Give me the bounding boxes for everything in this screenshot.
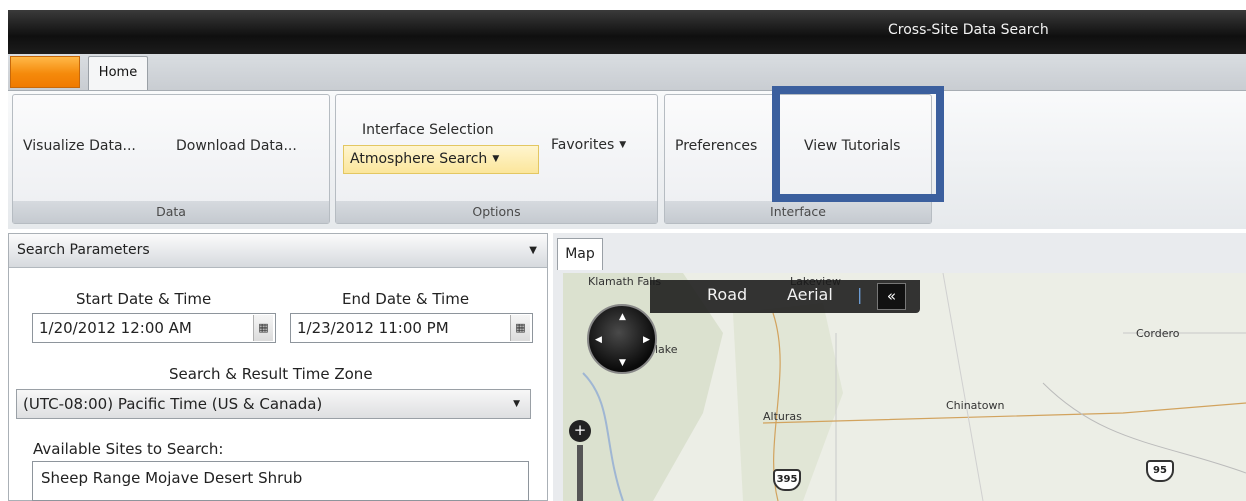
map-place-label: lake [655, 343, 678, 356]
road-mode-button[interactable]: Road [707, 285, 747, 304]
tab-home[interactable]: Home [88, 56, 148, 92]
highway-shield-icon: 95 [1146, 460, 1174, 482]
time-zone-select[interactable]: (UTC-08:00) Pacific Time (US & Canada) ▼ [16, 389, 531, 419]
ribbon-tab-strip [8, 54, 1246, 90]
time-zone-label: Search & Result Time Zone [169, 365, 373, 383]
map-place-label: Alturas [763, 410, 802, 423]
list-item[interactable]: Sheep Range Mojave Desert Shrub [41, 469, 520, 487]
application-menu-button[interactable] [10, 56, 80, 88]
search-parameters-header[interactable]: Search Parameters ▼ [9, 234, 547, 268]
view-tutorials-highlight-box [772, 86, 944, 202]
collapse-icon[interactable]: « [877, 283, 906, 310]
group-label-options: Options [336, 201, 657, 223]
favorites-dropdown[interactable]: Favorites ▼ [551, 137, 626, 153]
end-date-label: End Date & Time [342, 290, 470, 308]
window-title: Cross-Site Data Search [888, 22, 1049, 38]
available-sites-list[interactable]: Sheep Range Mojave Desert Shrub [32, 461, 529, 501]
pan-up-icon[interactable]: ▲ [619, 312, 626, 322]
map-place-label: Chinatown [946, 399, 1005, 412]
pan-right-icon[interactable]: ▶ [643, 335, 650, 345]
separator: | [857, 285, 863, 304]
chevron-down-icon: ▼ [513, 399, 520, 409]
zoom-slider[interactable] [577, 445, 583, 501]
pan-down-icon[interactable]: ▼ [619, 358, 626, 368]
calendar-icon[interactable]: ▦ [253, 315, 273, 341]
time-zone-value: (UTC-08:00) Pacific Time (US & Canada) [23, 395, 323, 413]
chevron-down-icon: ▼ [529, 245, 537, 256]
interface-selection-value: Atmosphere Search [350, 151, 488, 167]
map-place-label: Cordero [1136, 327, 1180, 340]
end-date-field[interactable]: 1/23/2012 11:00 PM ▦ [290, 313, 533, 343]
search-parameters-title: Search Parameters [17, 242, 150, 258]
group-label-interface: Interface [665, 201, 931, 223]
group-label-data: Data [13, 201, 329, 223]
tab-map[interactable]: Map [557, 238, 603, 270]
start-date-value: 1/20/2012 12:00 AM [39, 319, 192, 337]
available-sites-label: Available Sites to Search: [33, 440, 224, 458]
ribbon-group-data: Data [12, 94, 330, 224]
interface-selection-dropdown[interactable]: Atmosphere Search ▼ [343, 145, 539, 174]
download-data-button[interactable]: Download Data... [176, 138, 297, 154]
pan-compass-icon[interactable]: ▲ ▼ ◀ ▶ [587, 304, 657, 374]
start-date-field[interactable]: 1/20/2012 12:00 AM ▦ [32, 313, 276, 343]
pan-left-icon[interactable]: ◀ [595, 335, 602, 345]
interface-selection-label: Interface Selection [362, 122, 494, 138]
highway-shield-icon: 395 [773, 469, 801, 491]
end-date-value: 1/23/2012 11:00 PM [297, 319, 449, 337]
favorites-label: Favorites [551, 137, 615, 153]
chevron-down-icon: ▼ [619, 140, 627, 150]
aerial-mode-button[interactable]: Aerial [787, 285, 833, 304]
zoom-in-icon[interactable]: + [569, 420, 591, 442]
title-bar: Cross-Site Data Search [8, 10, 1246, 54]
calendar-icon[interactable]: ▦ [510, 315, 530, 341]
preferences-button[interactable]: Preferences [675, 138, 757, 154]
chevron-down-icon: ▼ [492, 154, 500, 164]
visualize-data-button[interactable]: Visualize Data... [23, 138, 136, 154]
start-date-label: Start Date & Time [76, 290, 212, 308]
